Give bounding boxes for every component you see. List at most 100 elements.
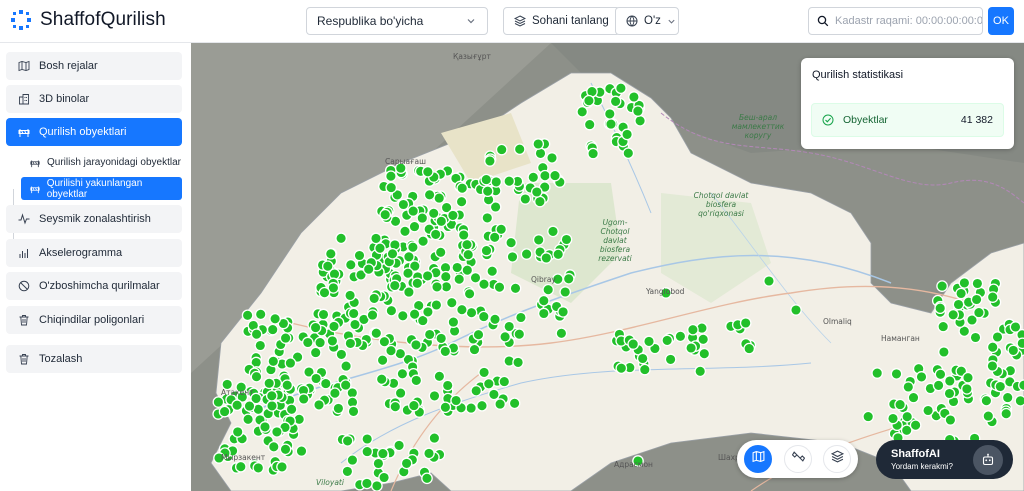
construction-marker[interactable]	[576, 105, 589, 118]
construction-marker[interactable]	[346, 454, 359, 466]
construction-marker[interactable]	[376, 354, 389, 367]
construction-marker[interactable]	[456, 303, 468, 316]
construction-marker[interactable]	[408, 308, 421, 321]
construction-marker[interactable]	[552, 248, 565, 261]
construction-marker[interactable]	[961, 383, 973, 395]
construction-marker[interactable]	[664, 353, 677, 366]
construction-marker[interactable]	[379, 208, 392, 221]
construction-marker[interactable]	[339, 379, 352, 391]
construction-marker[interactable]	[971, 277, 984, 290]
construction-marker[interactable]	[537, 294, 550, 307]
construction-marker[interactable]	[1018, 379, 1024, 392]
construction-marker[interactable]	[385, 170, 397, 183]
construction-marker[interactable]	[632, 105, 644, 117]
construction-marker[interactable]	[271, 426, 283, 438]
construction-marker[interactable]	[267, 440, 280, 453]
construction-marker[interactable]	[540, 252, 553, 264]
construction-marker[interactable]	[537, 307, 550, 320]
construction-marker[interactable]	[403, 250, 415, 263]
construction-marker[interactable]	[439, 401, 452, 414]
construction-marker[interactable]	[439, 345, 452, 358]
construction-marker[interactable]	[370, 232, 382, 245]
sidebar-subitem-completed[interactable]: Qurilishi yakunlangan obyektlar	[21, 177, 182, 200]
construction-marker[interactable]	[622, 147, 635, 160]
construction-marker[interactable]	[295, 445, 308, 457]
construction-marker[interactable]	[435, 215, 448, 228]
construction-marker[interactable]	[399, 225, 411, 238]
construction-marker[interactable]	[269, 312, 281, 325]
construction-marker[interactable]	[486, 265, 499, 278]
construction-marker[interactable]	[259, 421, 271, 433]
construction-marker[interactable]	[212, 396, 225, 408]
construction-marker[interactable]	[621, 128, 633, 141]
construction-marker[interactable]	[922, 404, 934, 417]
construction-marker[interactable]	[694, 365, 707, 378]
construction-marker[interactable]	[628, 91, 640, 103]
construction-marker[interactable]	[421, 165, 434, 178]
sidebar-subitem-in-progress[interactable]: Qurilish jarayonidagi obyektlar	[21, 151, 182, 174]
construction-marker[interactable]	[279, 443, 292, 456]
construction-marker[interactable]	[447, 209, 459, 222]
construction-marker[interactable]	[421, 270, 434, 282]
construction-marker[interactable]	[410, 374, 423, 387]
construction-marker[interactable]	[361, 433, 374, 445]
construction-marker[interactable]	[643, 335, 655, 348]
construction-marker[interactable]	[1000, 407, 1013, 420]
construction-marker[interactable]	[943, 387, 956, 400]
construction-marker[interactable]	[915, 371, 928, 383]
construction-marker[interactable]	[480, 173, 493, 186]
sidebar-item-construction-objects[interactable]: Qurilish obyektlari	[6, 118, 182, 146]
construction-marker[interactable]	[532, 234, 545, 246]
construction-marker[interactable]	[386, 247, 399, 260]
language-select[interactable]: O'z	[615, 7, 679, 35]
construction-marker[interactable]	[265, 389, 278, 402]
construction-marker[interactable]	[421, 472, 433, 485]
construction-marker[interactable]	[970, 293, 983, 306]
construction-marker[interactable]	[378, 471, 390, 484]
construction-marker[interactable]	[743, 342, 756, 355]
construction-marker[interactable]	[328, 320, 340, 333]
construction-marker[interactable]	[952, 298, 965, 311]
construction-marker[interactable]	[344, 289, 356, 302]
construction-marker[interactable]	[894, 398, 906, 411]
construction-marker[interactable]	[562, 272, 575, 285]
construction-marker[interactable]	[250, 370, 263, 383]
construction-marker[interactable]	[411, 277, 424, 290]
construction-marker[interactable]	[324, 247, 337, 260]
construction-marker[interactable]	[615, 82, 627, 95]
construction-marker[interactable]	[907, 391, 920, 404]
construction-marker[interactable]	[314, 336, 326, 349]
construction-marker[interactable]	[615, 362, 628, 375]
construction-marker[interactable]	[423, 328, 436, 341]
construction-marker[interactable]	[279, 332, 292, 344]
construction-marker[interactable]	[433, 370, 446, 383]
construction-marker[interactable]	[512, 356, 524, 369]
construction-marker[interactable]	[427, 207, 440, 220]
construction-marker[interactable]	[385, 181, 398, 194]
construction-marker[interactable]	[370, 327, 383, 340]
sidebar-item-unauthorized-buildings[interactable]: O'zboshimcha qurilmalar	[6, 272, 182, 300]
construction-marker[interactable]	[310, 372, 322, 385]
construction-marker[interactable]	[366, 309, 379, 321]
construction-marker[interactable]	[349, 318, 361, 331]
construction-marker[interactable]	[408, 399, 420, 412]
construction-marker[interactable]	[465, 402, 477, 414]
construction-marker[interactable]	[402, 267, 414, 280]
construction-marker[interactable]	[661, 334, 674, 347]
construction-marker[interactable]	[447, 316, 460, 328]
construction-marker[interactable]	[309, 321, 322, 334]
construction-marker[interactable]	[341, 435, 354, 447]
construction-marker[interactable]	[509, 282, 522, 295]
sidebar-item-waste-polygons[interactable]: Chiqindilar poligonlari	[6, 306, 182, 334]
construction-marker[interactable]	[332, 402, 345, 415]
construction-marker[interactable]	[389, 400, 402, 413]
construction-marker[interactable]	[973, 306, 985, 319]
construction-marker[interactable]	[234, 460, 247, 473]
construction-marker[interactable]	[441, 379, 454, 392]
construction-marker[interactable]	[254, 339, 267, 352]
construction-marker[interactable]	[284, 357, 297, 369]
construction-marker[interactable]	[242, 413, 254, 426]
construction-marker[interactable]	[587, 147, 599, 160]
construction-marker[interactable]	[603, 108, 616, 120]
construction-marker[interactable]	[515, 311, 527, 324]
